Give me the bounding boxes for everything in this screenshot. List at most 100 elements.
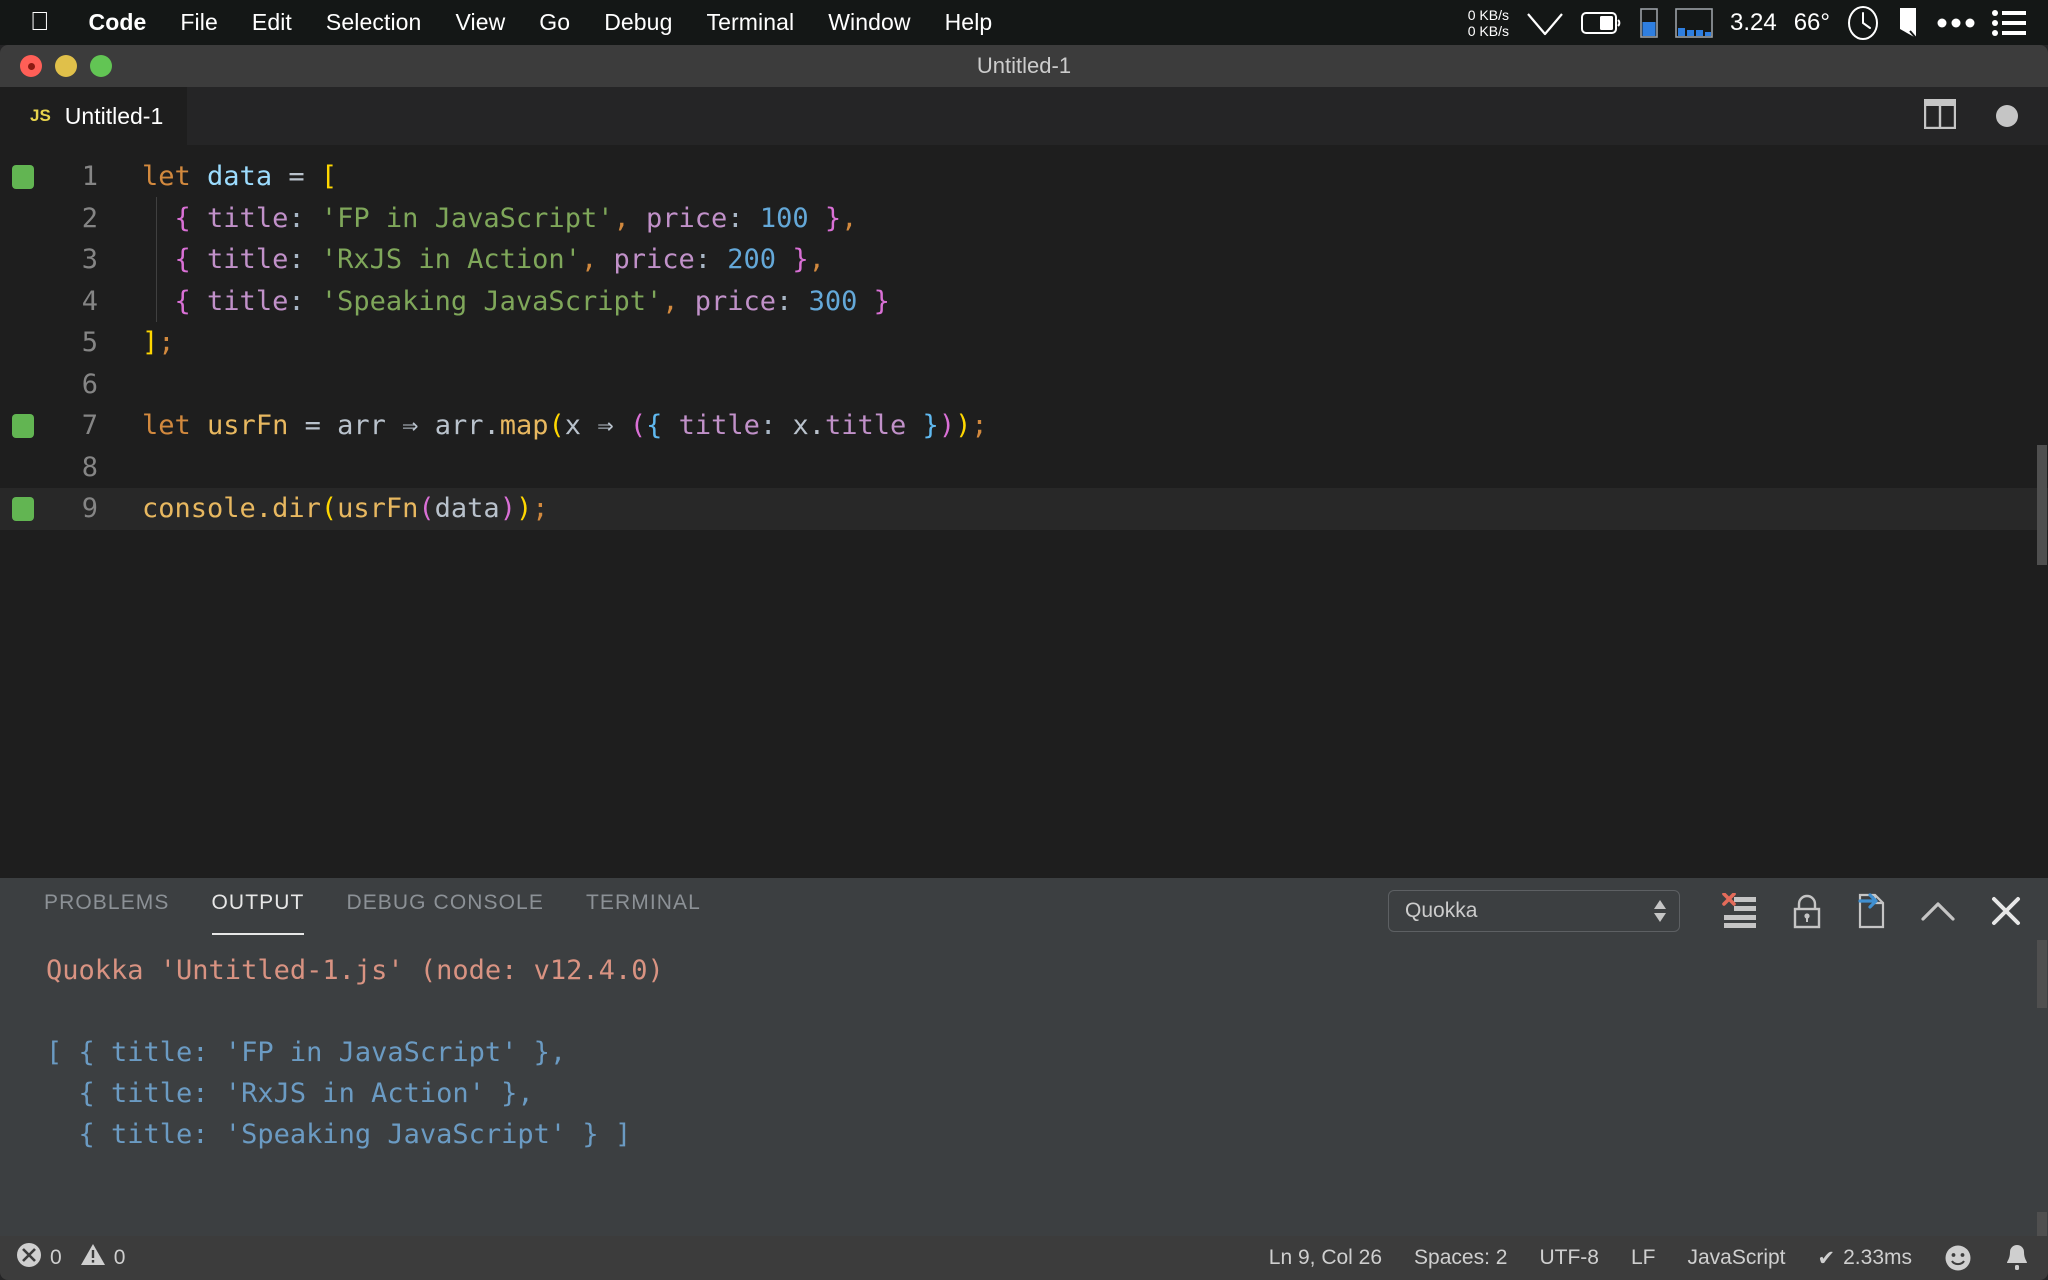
quokka-live-marker: [12, 164, 34, 189]
code-line-6[interactable]: 6: [0, 364, 2048, 406]
menu-item-debug[interactable]: Debug: [587, 9, 689, 36]
token-keyword: let: [142, 410, 191, 441]
check-icon: ✔: [1817, 1246, 1836, 1270]
bookmark-icon[interactable]: [1896, 7, 1920, 39]
load-average-text[interactable]: 3.24: [1730, 9, 1777, 37]
status-bar-left: 0 0: [16, 1242, 125, 1274]
panel-actions: Quokka: [1388, 890, 2022, 940]
error-icon: [16, 1242, 42, 1274]
quokka-live-marker: [12, 496, 34, 521]
code-line-7[interactable]: 7 let usrFn = arr ⇒ arr.map(x ⇒ ({ title…: [0, 405, 2048, 447]
code-line-2[interactable]: 2 { title: 'FP in JavaScript', price: 10…: [0, 198, 2048, 240]
editor-scrollbar[interactable]: [2037, 445, 2047, 565]
code-line-9[interactable]: 9 console.dir(usrFn(data));: [0, 488, 2048, 530]
menu-item-help[interactable]: Help: [928, 9, 1010, 36]
output-scrollbar[interactable]: [2037, 940, 2047, 1008]
menu-item-terminal[interactable]: Terminal: [689, 9, 811, 36]
status-indentation[interactable]: Spaces: 2: [1414, 1246, 1507, 1270]
ellipsis-icon[interactable]: [1937, 17, 1975, 29]
wifi-icon[interactable]: [1526, 10, 1564, 36]
clear-output-icon[interactable]: [1722, 893, 1758, 929]
code-editor[interactable]: 1 let data = [ 2 { title: 'FP in JavaScr…: [0, 145, 2048, 878]
feedback-smiley-icon[interactable]: [1944, 1244, 1972, 1272]
battery-icon[interactable]: [1580, 11, 1623, 35]
token-semicolon: ;: [532, 493, 549, 524]
panel-tab-terminal[interactable]: TERMINAL: [586, 878, 701, 940]
status-language-mode[interactable]: JavaScript: [1687, 1246, 1785, 1270]
menu-item-window[interactable]: Window: [811, 9, 927, 36]
editor-tab-strip: JS Untitled-1: [0, 87, 2048, 145]
unsaved-dot-icon[interactable]: [1996, 105, 2018, 127]
line-number: 1: [81, 161, 98, 192]
bell-icon[interactable]: [2004, 1243, 2030, 1273]
output-body[interactable]: Quokka 'Untitled-1.js' (node: v12.4.0) […: [0, 940, 2048, 1236]
output-line: { title: 'Speaking JavaScript' } ]: [46, 1119, 632, 1150]
editor-tab-untitled-1[interactable]: JS Untitled-1: [0, 87, 188, 145]
status-cursor-position[interactable]: Ln 9, Col 26: [1269, 1246, 1382, 1270]
token-brace: {: [174, 202, 191, 234]
token-brace: }: [922, 410, 939, 441]
list-menu-icon[interactable]: [1992, 9, 2026, 37]
gutter-spacer: [12, 455, 34, 479]
network-speed-indicator[interactable]: 0 KB/s 0 KB/s: [1468, 7, 1509, 39]
temperature-text[interactable]: 66°: [1794, 9, 1830, 37]
code-line-4[interactable]: 4 { title: 'Speaking JavaScript', price:…: [0, 281, 2048, 323]
apple-logo-icon[interactable]: : [30, 8, 50, 34]
code-line-3[interactable]: 3 { title: 'RxJS in Action', price: 200 …: [0, 239, 2048, 281]
token-property: title: [207, 202, 289, 234]
token-colon: :: [727, 202, 744, 234]
menu-item-file[interactable]: File: [163, 9, 234, 36]
output-blank-line: [46, 991, 2048, 1032]
menu-item-code[interactable]: Code: [72, 9, 164, 36]
token-object: console: [142, 493, 256, 524]
token-colon: :: [288, 244, 305, 275]
output-line: { title: 'RxJS in Action' },: [46, 1078, 534, 1109]
status-eol[interactable]: LF: [1631, 1246, 1656, 1270]
code-line-8[interactable]: 8: [0, 447, 2048, 489]
output-channel-select[interactable]: Quokka: [1388, 890, 1680, 932]
code-area[interactable]: 1 let data = [ 2 { title: 'FP in JavaScr…: [0, 145, 2048, 530]
panel-tab-problems[interactable]: PROBLEMS: [44, 878, 170, 940]
token-semicolon: ;: [971, 410, 988, 441]
code-line-5[interactable]: 5 ];: [0, 322, 2048, 364]
code-line-1[interactable]: 1 let data = [: [0, 156, 2048, 198]
status-bar: 0 0 Ln 9, Col 26 Spaces: 2 UTF-8 LF Java…: [0, 1236, 2048, 1280]
menu-item-go[interactable]: Go: [522, 9, 587, 36]
token-comma: ,: [841, 202, 858, 234]
gutter-spacer: [12, 206, 34, 230]
memory-gauge-icon[interactable]: [1640, 7, 1658, 38]
menu-item-edit[interactable]: Edit: [235, 9, 309, 36]
menu-bar-status-area: 0 KB/s 0 KB/s 3.24 66°: [1468, 5, 2034, 41]
panel-tab-output[interactable]: OUTPUT: [211, 878, 305, 940]
clock-icon[interactable]: [1847, 5, 1879, 41]
open-in-editor-icon[interactable]: [1856, 893, 1886, 929]
token-property: title: [825, 410, 907, 441]
code-line-content: let data = [: [142, 156, 337, 198]
close-panel-icon[interactable]: [1990, 895, 2022, 927]
token-string: 'Speaking JavaScript': [320, 285, 663, 317]
vscode-window: Untitled-1 JS Untitled-1 1 let data = […: [0, 45, 2048, 1280]
token-function: map: [499, 410, 549, 441]
token-dot: .: [808, 410, 825, 441]
token-paren: ): [515, 493, 533, 524]
cpu-history-icon[interactable]: [1675, 7, 1713, 38]
status-encoding[interactable]: UTF-8: [1539, 1246, 1599, 1270]
gutter-spacer: [12, 331, 34, 355]
token-colon: :: [694, 244, 712, 275]
line-number: 3: [81, 244, 98, 275]
token-number: 100: [759, 202, 809, 234]
lock-scroll-icon[interactable]: [1792, 893, 1822, 929]
status-errors-warnings[interactable]: 0 0: [16, 1242, 125, 1274]
menu-item-view[interactable]: View: [438, 9, 522, 36]
token-string: 'FP in JavaScript': [320, 202, 614, 234]
error-count: 0: [50, 1246, 62, 1269]
code-line-content: console.dir(usrFn(data));: [142, 488, 548, 530]
panel-tab-debug-console[interactable]: DEBUG CONSOLE: [346, 878, 544, 940]
split-editor-icon[interactable]: [1923, 98, 1957, 134]
status-quokka-timing[interactable]: ✔ 2.33ms: [1818, 1246, 1912, 1271]
maximize-panel-icon[interactable]: [1920, 899, 1956, 923]
token-comma: ,: [808, 244, 825, 275]
panel-header: PROBLEMS OUTPUT DEBUG CONSOLE TERMINAL Q…: [0, 878, 2048, 940]
menu-item-selection[interactable]: Selection: [309, 9, 439, 36]
output-scrollbar-thumb[interactable]: [2037, 1212, 2047, 1236]
